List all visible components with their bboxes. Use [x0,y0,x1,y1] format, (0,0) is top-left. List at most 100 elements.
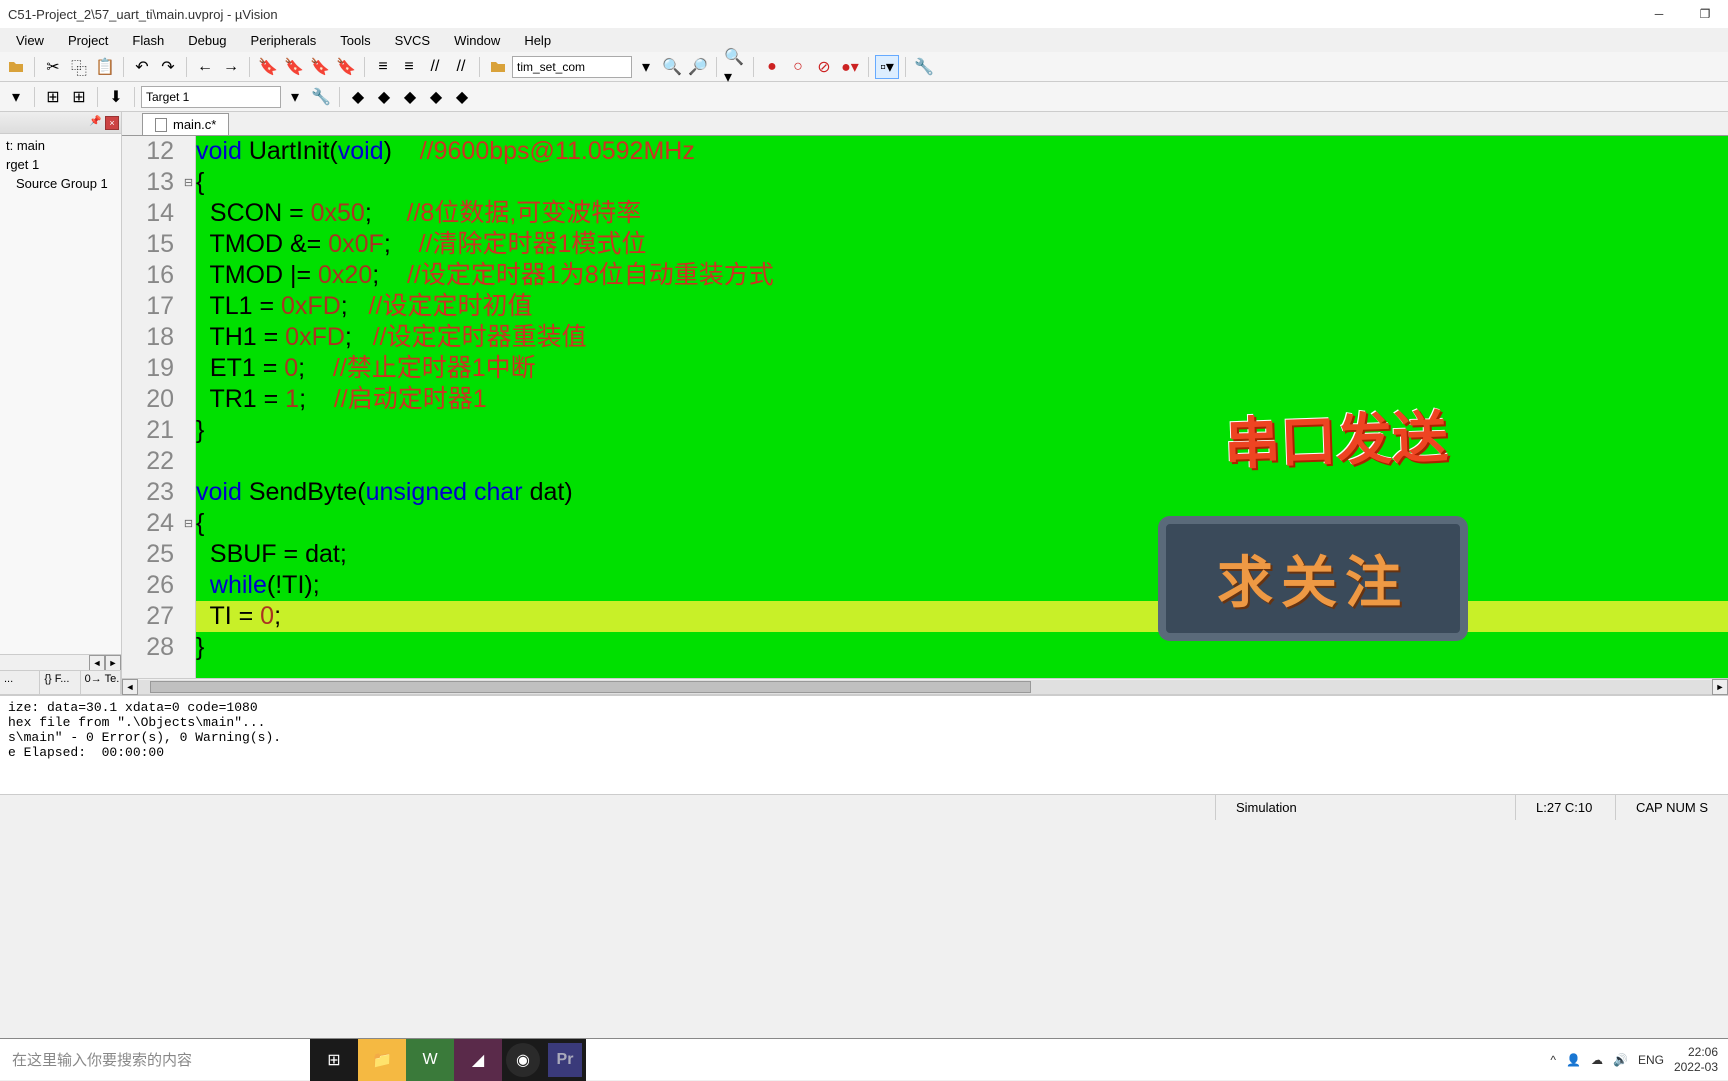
cut-icon[interactable]: ✂ [41,55,65,79]
premiere-icon[interactable]: Pr [548,1043,582,1077]
tray-people-icon[interactable]: 👤 [1566,1053,1581,1067]
undo-icon[interactable]: ↶ [130,55,154,79]
wechat-icon[interactable]: W [406,1039,454,1081]
panel-tab-0[interactable]: ... [0,671,40,694]
paste-icon[interactable]: 📋 [93,55,117,79]
config-icon[interactable]: 🔧 [912,55,936,79]
open-icon[interactable] [4,55,28,79]
code-content[interactable]: void UartInit(void) //9600bps@11.0592MHz… [196,136,1728,678]
comment-icon[interactable]: // [423,55,447,79]
window-icon[interactable]: ▫▾ [875,55,899,79]
target-select[interactable] [141,86,281,108]
scroll-right-icon[interactable]: ► [105,655,121,671]
maximize-button[interactable]: ❐ [1682,0,1728,28]
obs-icon[interactable]: ◉ [506,1043,540,1077]
menu-tools[interactable]: Tools [328,31,382,50]
scroll-left-icon[interactable]: ◄ [89,655,105,671]
separator [249,57,250,77]
scroll-thumb[interactable] [150,681,1031,693]
separator [339,87,340,107]
separator [868,57,869,77]
app-icon[interactable]: ◢ [454,1039,502,1081]
download-icon[interactable]: ⬇ [104,85,128,109]
options-icon[interactable]: 🔧 [309,85,333,109]
find-icon[interactable]: 🔍 [660,55,684,79]
breakpoint-all-icon[interactable]: ●▾ [838,55,862,79]
status-mode: Simulation [1215,795,1515,820]
folder-icon[interactable] [486,55,510,79]
line-gutter: 1213141516171819202122232425262728 [122,136,182,678]
target-dropdown-icon[interactable]: ▾ [283,85,307,109]
translate-icon[interactable]: ⊞ [41,85,65,109]
tray-ime[interactable]: ENG [1638,1053,1664,1067]
editor-hscroll[interactable]: ◄ ► [122,678,1728,694]
tree-group[interactable]: Source Group 1 [2,174,119,193]
redo-icon[interactable]: ↷ [156,55,180,79]
nav-forward-icon[interactable]: → [219,55,243,79]
explorer-icon[interactable]: 📁 [358,1039,406,1081]
panel-tabs: ... {} F... 0→ Te... [0,670,121,694]
file-tab-main[interactable]: main.c* [142,113,229,135]
manage5-icon[interactable]: ◆ [450,85,474,109]
dropdown-icon[interactable]: ▾ [634,55,658,79]
menu-project[interactable]: Project [56,31,120,50]
tray-up-icon[interactable]: ^ [1550,1053,1556,1067]
build-output[interactable]: ize: data=30.1 xdata=0 code=1080 hex fil… [0,694,1728,794]
panel-tab-2[interactable]: 0→ Te... [81,671,121,694]
bookmark-clear-icon[interactable]: 🔖 [334,55,358,79]
scroll-right-icon[interactable]: ► [1712,679,1728,695]
debug-icon[interactable]: 🔍▾ [723,55,747,79]
taskbar: 在这里输入你要搜索的内容 ⊞ 📁 W ◢ ◉ Pr ^ 👤 ☁ 🔊 ENG 22… [0,1038,1728,1080]
breakpoint-kill-icon[interactable]: ⊘ [812,55,836,79]
tree-root[interactable]: t: main [2,136,119,155]
manage3-icon[interactable]: ◆ [398,85,422,109]
panel-header: 📌 × [0,112,121,134]
separator [123,57,124,77]
breakpoint-disable-icon[interactable]: ○ [786,55,810,79]
tray-speaker-icon[interactable]: 🔊 [1613,1053,1628,1067]
build-target-icon[interactable]: ⊞ [67,85,91,109]
menu-debug[interactable]: Debug [176,31,238,50]
copy-icon[interactable]: ⿻ [67,55,91,79]
build-icon[interactable]: ▾ [4,85,28,109]
code-editor[interactable]: 1213141516171819202122232425262728 ⊟⊟ vo… [122,136,1728,678]
fold-column[interactable]: ⊟⊟ [182,136,196,678]
find-file-icon[interactable]: 🔎 [686,55,710,79]
indent-icon[interactable]: ≡ [371,55,395,79]
close-icon[interactable]: × [105,116,119,130]
manage2-icon[interactable]: ◆ [372,85,396,109]
scroll-left-icon[interactable]: ◄ [122,679,138,695]
systray: ^ 👤 ☁ 🔊 ENG 22:06 2022-03 [1540,1045,1728,1074]
scroll-track[interactable] [138,680,1712,694]
panel-tab-1[interactable]: {} F... [40,671,80,694]
bookmark-prev-icon[interactable]: 🔖 [308,55,332,79]
minimize-button[interactable]: ─ [1636,0,1682,28]
manage4-icon[interactable]: ◆ [424,85,448,109]
tray-cloud-icon[interactable]: ☁ [1591,1053,1603,1067]
menu-svcs[interactable]: SVCS [383,31,442,50]
separator [34,57,35,77]
menu-window[interactable]: Window [442,31,512,50]
uncomment-icon[interactable]: // [449,55,473,79]
outdent-icon[interactable]: ≡ [397,55,421,79]
bookmark-icon[interactable]: 🔖 [256,55,280,79]
status-cursor: L:27 C:10 [1515,795,1615,820]
separator [186,57,187,77]
menu-flash[interactable]: Flash [120,31,176,50]
manage-icon[interactable]: ◆ [346,85,370,109]
nav-back-icon[interactable]: ← [193,55,217,79]
menu-view[interactable]: View [4,31,56,50]
windows-search[interactable]: 在这里输入你要搜索的内容 [0,1039,310,1081]
status-caps: CAP NUM S [1615,795,1728,820]
project-tree[interactable]: t: main rget 1 Source Group 1 [0,134,121,195]
panel-hscroll[interactable]: ◄ ► [0,654,121,670]
menu-peripherals[interactable]: Peripherals [239,31,329,50]
menu-help[interactable]: Help [512,31,563,50]
task-view-icon[interactable]: ⊞ [310,1039,358,1081]
tree-target[interactable]: rget 1 [2,155,119,174]
search-combo[interactable] [512,56,632,78]
bookmark-next-icon[interactable]: 🔖 [282,55,306,79]
breakpoint-icon[interactable]: ● [760,55,784,79]
tray-clock[interactable]: 22:06 2022-03 [1674,1045,1718,1074]
pin-icon[interactable]: 📌 [89,116,103,130]
